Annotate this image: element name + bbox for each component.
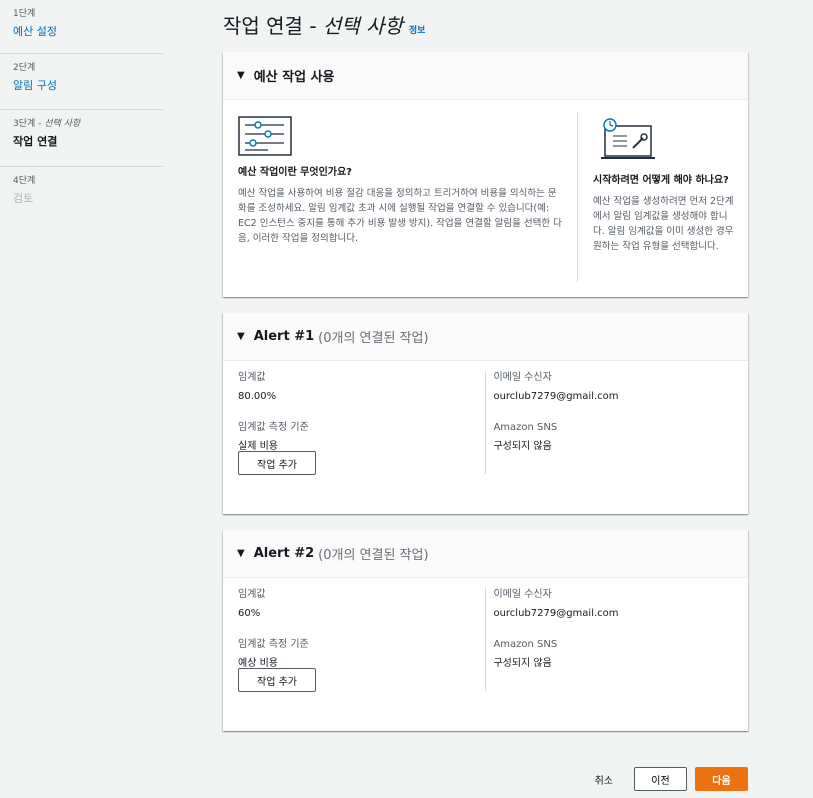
sns-label: Amazon SNS [493,639,558,650]
alert-title: Alert #1 [253,329,315,344]
alert-1-header[interactable]: ▼ Alert #1 (0개의 연결된 작업) [223,313,748,361]
basis-label: 임계값 측정 기준 [238,639,309,650]
alert-action-count: (0개의 연결된 작업) [318,331,429,346]
alert-right-column: 이메일 수신자 ourclub7279@gmail.com Amazon SNS… [485,588,733,691]
step-review-disabled: 검토 [13,192,34,205]
caret-down-icon[interactable]: ▼ [237,548,245,559]
laptop-wrench-illustration-icon [601,118,655,159]
page-title-main: 작업 연결 - [223,14,323,38]
step-number-text: 3단계 [13,119,36,129]
intro-how-section: 시작하려면 어떻게 해야 하나요? 예산 작업을 생성하려면 먼저 2단계에서 … [578,112,748,296]
step-current-attach-actions: 작업 연결 [13,135,58,148]
intro-how-text: 예산 작업을 생성하려면 먼저 2단계에서 알림 임계값을 생성해야 합니다. … [593,196,734,252]
page-title-optional: 선택 사항 [322,14,403,38]
threshold-label: 임계값 [238,589,266,600]
alert-1-panel: ▼ Alert #1 (0개의 연결된 작업) 임계값 80.00% 임계값 측… [223,313,748,514]
step-link-budget-settings[interactable]: 예산 설정 [13,23,163,40]
sns-value: 구성되지 않음 [493,658,552,669]
email-value: ourclub7279@gmail.com [493,391,619,402]
step-number: 3단계 - 선택 사항 [13,119,81,129]
email-label: 이메일 수신자 [493,372,552,383]
intro-how-heading: 시작하려면 어떻게 해야 하나요? [593,175,729,186]
intro-what-text: 예산 작업을 사용하여 비용 절감 대응을 정의하고 트리거하여 비용을 의식하… [238,188,562,244]
intro-panel-title: 예산 작업 사용 [253,70,335,85]
sns-label: Amazon SNS [493,422,558,433]
alert-2-panel: ▼ Alert #2 (0개의 연결된 작업) 임계값 60% 임계값 측정 기… [223,530,748,731]
sns-value: 구성되지 않음 [493,441,552,452]
step-3: 3단계 - 선택 사항 작업 연결 [0,110,163,167]
next-button[interactable]: 다음 [695,767,748,791]
intro-panel-header[interactable]: ▼ 예산 작업 사용 [223,52,748,100]
wizard-footer: 취소 이전 다음 [595,767,748,791]
step-number: 2단계 [13,63,36,73]
step-number: 1단계 [13,9,36,19]
page-title: 작업 연결 - 선택 사항정보 [223,10,425,39]
threshold-value: 60% [238,608,261,619]
budget-actions-intro-panel: ▼ 예산 작업 사용 예산 작업이란 무엇인가요? 예산 작업을 사용하여 비용… [223,52,748,297]
sliders-illustration-icon [238,116,292,156]
threshold-value: 80.00% [238,391,277,402]
alert-2-header[interactable]: ▼ Alert #2 (0개의 연결된 작업) [223,530,748,578]
step-number: 4단계 [13,176,36,186]
alert-right-column: 이메일 수신자 ourclub7279@gmail.com Amazon SNS… [485,371,733,474]
add-action-button[interactable]: 작업 추가 [238,451,316,475]
caret-down-icon[interactable]: ▼ [237,331,245,342]
intro-what-heading: 예산 작업이란 무엇인가요? [238,167,352,178]
previous-button[interactable]: 이전 [634,767,687,791]
step-1[interactable]: 1단계 예산 설정 [0,0,163,54]
alert-action-count: (0개의 연결된 작업) [318,548,429,563]
threshold-label: 임계값 [238,372,266,383]
email-value: ourclub7279@gmail.com [493,608,619,619]
cancel-link[interactable]: 취소 [595,772,613,787]
step-2[interactable]: 2단계 알림 구성 [0,54,163,110]
email-label: 이메일 수신자 [493,589,552,600]
step-link-alert-config[interactable]: 알림 구성 [13,77,163,94]
info-link[interactable]: 정보 [409,26,426,36]
step-4: 4단계 검토 [0,167,163,217]
wizard-steps: 1단계 예산 설정 2단계 알림 구성 3단계 - 선택 사항 작업 연결 4단… [0,0,163,217]
caret-down-icon[interactable]: ▼ [237,70,245,81]
basis-label: 임계값 측정 기준 [238,422,309,433]
intro-what-section: 예산 작업이란 무엇인가요? 예산 작업을 사용하여 비용 절감 대응을 정의하… [223,112,578,282]
step-optional-tag: 선택 사항 [44,119,81,129]
add-action-button[interactable]: 작업 추가 [238,668,316,692]
alert-title: Alert #2 [253,546,315,561]
